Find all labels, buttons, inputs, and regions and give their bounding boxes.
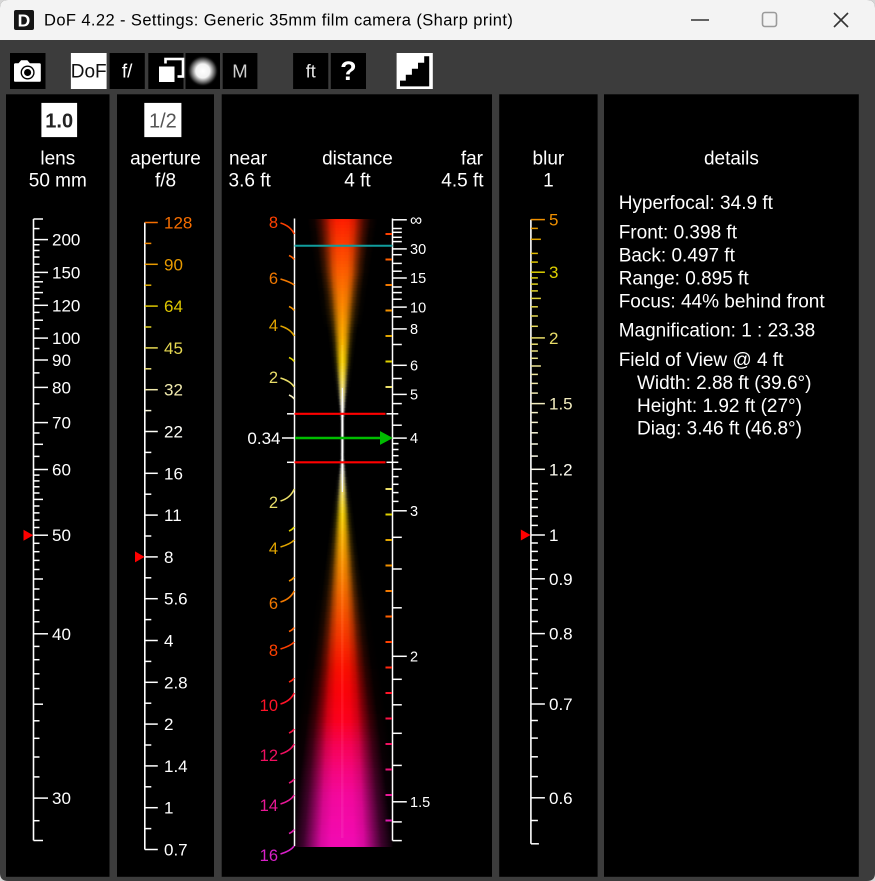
svg-text:6: 6 <box>410 359 418 375</box>
svg-text:80: 80 <box>52 378 71 397</box>
svg-text:2: 2 <box>549 329 558 348</box>
svg-text:1.4: 1.4 <box>164 757 188 776</box>
svg-text:200: 200 <box>52 231 80 250</box>
svg-text:60: 60 <box>52 461 71 480</box>
svg-text:details: details <box>704 148 759 169</box>
svg-text:11: 11 <box>164 506 182 525</box>
svg-text:0.34: 0.34 <box>247 429 280 448</box>
svg-text:near: near <box>229 148 268 169</box>
svg-text:12: 12 <box>260 747 278 765</box>
svg-text:45: 45 <box>164 339 183 358</box>
svg-text:0.9: 0.9 <box>549 570 573 589</box>
svg-text:Hyperfocal: 34.9 ft: Hyperfocal: 34.9 ft <box>619 193 774 214</box>
svg-text:DoF: DoF <box>71 62 107 83</box>
svg-text:1.0: 1.0 <box>45 111 73 133</box>
svg-text:1.2: 1.2 <box>549 460 573 479</box>
svg-text:ft: ft <box>306 62 316 82</box>
svg-text:6: 6 <box>269 595 278 613</box>
svg-text:5: 5 <box>410 388 418 404</box>
svg-text:50: 50 <box>52 526 71 545</box>
svg-text:0.7: 0.7 <box>549 695 573 714</box>
svg-text:Magnification: 1 : 23.38: Magnification: 1 : 23.38 <box>619 320 815 341</box>
svg-text:0.6: 0.6 <box>549 789 573 808</box>
svg-text:0.7: 0.7 <box>164 841 188 860</box>
svg-text:22: 22 <box>164 423 183 442</box>
svg-text:40: 40 <box>52 625 71 644</box>
svg-text:2: 2 <box>269 369 278 387</box>
svg-text:Field of View @ 4 ft: Field of View @ 4 ft <box>619 350 784 371</box>
svg-text:2: 2 <box>164 715 173 734</box>
svg-text:150: 150 <box>52 263 80 282</box>
svg-text:f/8: f/8 <box>155 171 176 192</box>
svg-text:100: 100 <box>52 329 80 348</box>
svg-text:30: 30 <box>52 789 71 808</box>
svg-text:3.6 ft: 3.6 ft <box>229 171 272 192</box>
svg-text:90: 90 <box>164 255 183 274</box>
svg-text:50 mm: 50 mm <box>29 171 87 192</box>
svg-text:5.6: 5.6 <box>164 590 188 609</box>
svg-text:8: 8 <box>269 214 278 232</box>
svg-text:1: 1 <box>549 526 558 545</box>
svg-text:8: 8 <box>269 642 278 660</box>
svg-text:Front: 0.398 ft: Front: 0.398 ft <box>619 222 738 243</box>
svg-text:Height: 1.92 ft (27°): Height: 1.92 ft (27°) <box>637 396 802 417</box>
svg-text:f/: f/ <box>122 62 133 83</box>
svg-text:10: 10 <box>410 300 426 316</box>
svg-text:DoF 4.22 - Settings: Generic 3: DoF 4.22 - Settings: Generic 35mm film c… <box>44 12 513 30</box>
svg-text:2: 2 <box>410 650 418 666</box>
svg-text:blur: blur <box>533 148 565 169</box>
svg-text:15: 15 <box>410 271 426 287</box>
svg-text:3: 3 <box>549 263 558 282</box>
svg-text:32: 32 <box>164 381 183 400</box>
svg-text:Diag: 3.46 ft (46.8°): Diag: 3.46 ft (46.8°) <box>637 418 802 439</box>
svg-text:?: ? <box>340 56 357 86</box>
svg-text:8: 8 <box>164 548 173 567</box>
svg-text:Range: 0.895 ft: Range: 0.895 ft <box>619 268 750 289</box>
svg-text:1.5: 1.5 <box>410 795 430 811</box>
svg-text:far: far <box>461 148 484 169</box>
svg-text:4: 4 <box>164 632 173 651</box>
svg-text:M: M <box>232 61 247 82</box>
svg-text:30: 30 <box>410 242 426 258</box>
svg-text:D: D <box>18 10 31 30</box>
svg-text:distance: distance <box>322 148 393 169</box>
svg-text:Width: 2.88 ft (39.6°): Width: 2.88 ft (39.6°) <box>637 373 811 394</box>
svg-text:4: 4 <box>410 431 418 447</box>
svg-text:128: 128 <box>164 214 192 233</box>
svg-text:1: 1 <box>164 799 173 818</box>
svg-text:4: 4 <box>269 317 278 335</box>
svg-text:16: 16 <box>164 464 183 483</box>
svg-text:Focus: 44% behind front: Focus: 44% behind front <box>619 291 826 312</box>
svg-text:14: 14 <box>260 797 278 815</box>
svg-text:1.5: 1.5 <box>549 395 573 414</box>
svg-text:16: 16 <box>260 847 278 865</box>
svg-text:120: 120 <box>52 296 80 315</box>
svg-text:70: 70 <box>52 414 71 433</box>
svg-text:5: 5 <box>549 211 558 230</box>
svg-text:10: 10 <box>260 697 278 715</box>
svg-text:4: 4 <box>269 540 278 558</box>
svg-text:Back: 0.497 ft: Back: 0.497 ft <box>619 245 736 266</box>
svg-text:90: 90 <box>52 351 71 370</box>
svg-text:aperture: aperture <box>130 148 201 169</box>
svg-text:1: 1 <box>543 171 554 192</box>
svg-text:6: 6 <box>269 270 278 288</box>
svg-text:1/2: 1/2 <box>149 111 177 133</box>
svg-text:lens: lens <box>40 148 75 169</box>
svg-text:4 ft: 4 ft <box>344 171 371 192</box>
svg-text:2: 2 <box>269 494 278 512</box>
svg-text:8: 8 <box>410 322 418 338</box>
svg-text:∞: ∞ <box>410 211 422 230</box>
svg-text:3: 3 <box>410 504 418 520</box>
svg-text:2.8: 2.8 <box>164 673 188 692</box>
svg-text:0.8: 0.8 <box>549 625 573 644</box>
svg-text:64: 64 <box>164 297 183 316</box>
svg-text:4.5 ft: 4.5 ft <box>441 171 484 192</box>
